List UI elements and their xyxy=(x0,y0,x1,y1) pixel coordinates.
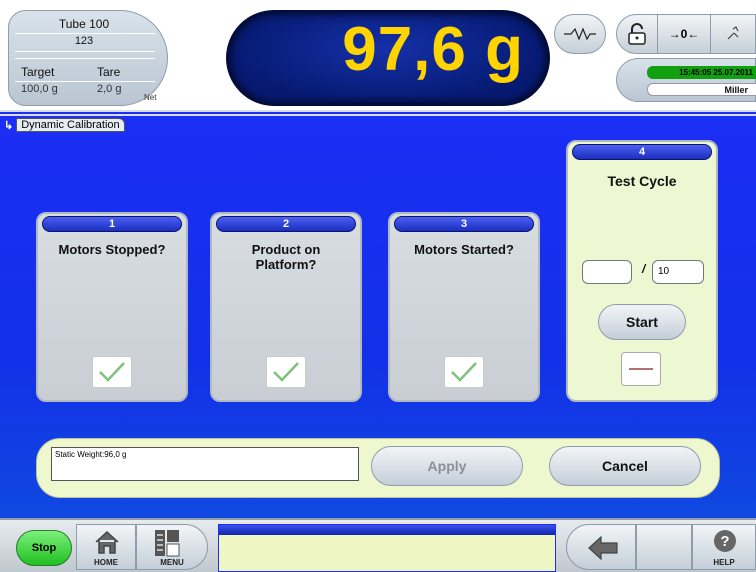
step-number: 2 xyxy=(216,216,356,232)
checkmark-icon xyxy=(451,362,477,382)
footer: Stop HOME MENU ? HELP xyxy=(0,518,756,572)
action-bar: Static Weight:96,0 g Apply Cancel xyxy=(36,438,720,498)
zero-button[interactable]: →0← xyxy=(657,15,711,53)
step-panel-3: 3 Motors Started? xyxy=(388,212,540,402)
breadcrumb-page: Dynamic Calibration xyxy=(16,118,125,132)
step-title: Test Cycle xyxy=(607,173,677,189)
step-title: Product on Platform? xyxy=(251,242,321,272)
cycle-separator: / xyxy=(642,262,646,276)
apply-button[interactable]: Apply xyxy=(371,446,523,486)
status-box: 15:45:05 25.07.2011 Miller xyxy=(616,58,756,102)
cancel-button[interactable]: Cancel xyxy=(549,446,701,486)
home-button[interactable]: HOME xyxy=(76,524,136,570)
weight-value: 97,6 g xyxy=(342,15,524,84)
stop-button[interactable]: Stop xyxy=(16,530,72,566)
tool-button-group: →0← xyxy=(616,14,756,54)
cycle-current-input[interactable] xyxy=(582,260,632,284)
step-1-checkbox[interactable] xyxy=(92,356,132,388)
start-button[interactable]: Start xyxy=(598,304,686,340)
step-title: Motors Started? xyxy=(414,242,514,257)
step-title: Motors Stopped? xyxy=(58,242,166,257)
step-number: 1 xyxy=(42,216,182,232)
home-label: HOME xyxy=(94,558,118,567)
tool-icon xyxy=(727,26,739,40)
static-weight-text: Static Weight:96,0 g xyxy=(51,447,359,481)
menu-button[interactable]: MENU xyxy=(136,524,208,570)
net-label: Net xyxy=(144,93,157,102)
filter-button[interactable] xyxy=(554,14,606,54)
lock-button[interactable] xyxy=(617,15,657,53)
tare-value: 2,0 g xyxy=(97,83,122,95)
step-number: 3 xyxy=(394,216,534,232)
message-area xyxy=(218,524,556,572)
help-label: HELP xyxy=(713,558,735,567)
tool-button[interactable] xyxy=(711,15,755,53)
product-name: Tube 100 xyxy=(58,17,110,31)
back-arrow-icon xyxy=(588,535,618,561)
menu-label: MENU xyxy=(160,558,184,567)
svg-text:?: ? xyxy=(720,533,729,550)
menu-icon xyxy=(155,530,180,557)
step-3-checkbox[interactable] xyxy=(444,356,484,388)
arrow-right-icon: ↳ xyxy=(4,119,14,132)
home-icon xyxy=(95,530,119,554)
checkmark-icon xyxy=(99,362,125,382)
step-panel-4: 4 Test Cycle / 10 Start xyxy=(566,140,718,402)
target-value: 100,0 g xyxy=(21,83,58,95)
step-number: 4 xyxy=(572,144,712,160)
target-label: Target xyxy=(21,65,55,79)
cycle-total-input[interactable]: 10 xyxy=(652,260,704,284)
product-info-panel[interactable]: Tube 100 123 Target Tare 100,0 g 2,0 g xyxy=(8,10,168,106)
filter-icon xyxy=(564,27,596,41)
step-2-checkbox[interactable] xyxy=(266,356,306,388)
product-number: 123 xyxy=(74,35,94,47)
lock-icon xyxy=(628,23,646,45)
tare-label: Tare xyxy=(97,65,121,79)
help-button[interactable]: ? HELP xyxy=(692,524,756,570)
user-name[interactable]: Miller xyxy=(647,83,756,96)
checkmark-icon xyxy=(273,362,299,382)
breadcrumb: ↳ Dynamic Calibration xyxy=(4,118,125,132)
cycle-status-indicator xyxy=(621,352,661,386)
datetime: 15:45:05 25.07.2011 xyxy=(647,66,756,79)
main-area: ↳ Dynamic Calibration 1 Motors Stopped? … xyxy=(0,110,756,518)
header: Tube 100 123 Target Tare 100,0 g 2,0 g N… xyxy=(0,0,756,110)
zero-icon: →0← xyxy=(668,27,700,41)
help-icon: ? xyxy=(714,530,736,552)
empty-button[interactable] xyxy=(636,524,692,570)
step-panel-1: 1 Motors Stopped? xyxy=(36,212,188,402)
step-panel-2: 2 Product on Platform? xyxy=(210,212,362,402)
weight-display: 97,6 g xyxy=(226,10,550,106)
back-button[interactable] xyxy=(566,524,636,570)
